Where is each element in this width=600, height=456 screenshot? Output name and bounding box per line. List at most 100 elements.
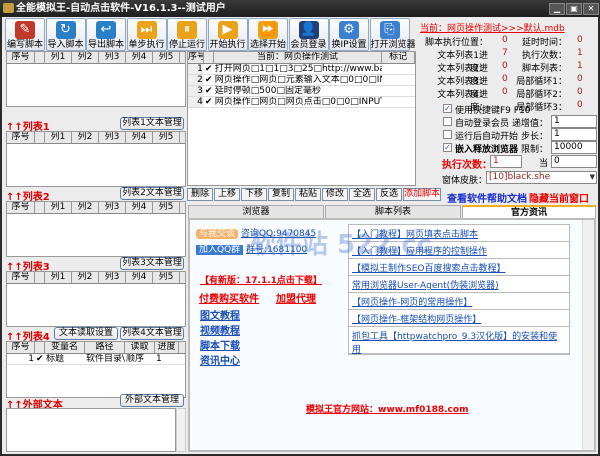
article-link[interactable]: 【网页操作-网页的常用操作】	[349, 293, 569, 310]
column-header[interactable]: 列1	[45, 132, 72, 143]
column-header[interactable]: 列3	[99, 52, 126, 63]
script-button-1[interactable]: 上移	[214, 188, 240, 201]
close-button[interactable]: ✕	[583, 3, 599, 15]
column-header[interactable]: 列5	[153, 202, 180, 213]
column-header[interactable]: 列2	[72, 202, 99, 213]
toolbar-button-0[interactable]: ✎ 编写脚本	[5, 18, 45, 51]
current-script-link[interactable]: 当前：网页操作测试>>>默认.mdb	[420, 21, 565, 34]
script-row[interactable]: 3 ✔ 延时停顿□500□固定毫秒	[188, 86, 415, 97]
field-input[interactable]: 1	[551, 128, 597, 141]
toolbar-button-6[interactable]: ⏩ 选择开始	[248, 18, 288, 51]
column-header[interactable]: 序号	[7, 202, 35, 213]
field-input[interactable]: 10000	[551, 141, 597, 154]
list3-text-manage-button[interactable]: 列表3文本管理	[120, 257, 184, 270]
toolbar-button-3[interactable]: ⏭ 单步执行	[126, 18, 167, 51]
column-header[interactable]: 进度	[155, 342, 179, 353]
column-header[interactable]: 序号	[7, 132, 35, 143]
script-button-3[interactable]: 复制	[268, 188, 294, 201]
checkbox[interactable]: ✓	[443, 143, 452, 152]
tab-browser[interactable]: 浏览器	[188, 205, 324, 218]
tab-official-news[interactable]: 官方资讯	[462, 205, 596, 218]
column-header[interactable]: 列1	[45, 272, 72, 283]
external-text-scrollbar[interactable]	[176, 408, 186, 452]
toolbar-button-1[interactable]: ↻ 导入脚本	[45, 18, 86, 51]
column-header[interactable]	[35, 272, 45, 283]
script-button-4[interactable]: 粘贴	[295, 188, 321, 201]
toolbar-button-4[interactable]: ⏸ 停止运行	[167, 18, 207, 51]
toolbar-button-5[interactable]: ▶ 开始执行	[207, 18, 248, 51]
toolbar-button-2[interactable]: ↩ 导出脚本	[86, 18, 126, 51]
news-scrollbar[interactable]	[582, 220, 594, 450]
minimize-button[interactable]: ▁	[549, 3, 565, 15]
column-header[interactable]: 序号	[7, 272, 35, 283]
column-header[interactable]	[35, 132, 45, 143]
column-header[interactable]: 列2	[72, 52, 99, 63]
article-link[interactable]: 抓包工具【httpwatchpro_9.3汉化版】的安装和使用	[349, 327, 569, 355]
column-header[interactable]: 列3	[99, 202, 126, 213]
column-header[interactable]	[35, 52, 45, 63]
column-header[interactable]: 列5	[153, 52, 180, 63]
column-header[interactable]: 序号	[188, 52, 204, 63]
table-row[interactable]: 1 ✔ 标题 软件目录\ 顺序 1	[7, 354, 185, 365]
column-header[interactable]	[35, 202, 45, 213]
tab-script-list[interactable]: 脚本列表	[325, 205, 461, 218]
checkbox[interactable]: ✔	[204, 64, 214, 74]
column-header[interactable]: 列1	[45, 52, 72, 63]
column-header[interactable]: 变量名	[45, 342, 85, 353]
external-text-manage-button[interactable]: 外部文本管理	[120, 394, 184, 407]
script-button-0[interactable]: 删除	[187, 188, 213, 201]
column-header[interactable]: 列1	[45, 202, 72, 213]
agent-link[interactable]: 加盟代理	[276, 290, 316, 305]
column-header[interactable]: 列4	[126, 132, 153, 143]
article-link[interactable]: 【网页操作-框架结构网页操作】	[349, 310, 569, 327]
column-header[interactable]: 列2	[72, 132, 99, 143]
column-header[interactable]: 序号	[7, 342, 35, 353]
script-button-6[interactable]: 全选	[349, 188, 375, 201]
news-menu-link[interactable]: 资讯中心	[200, 352, 240, 367]
column-header[interactable]: 列4	[126, 272, 153, 283]
column-header[interactable]: 列4	[126, 52, 153, 63]
checkbox-label[interactable]: 使用快捷键F9 F10	[455, 103, 530, 116]
script-button-7[interactable]: 反选	[376, 188, 402, 201]
script-button-8[interactable]: 添加脚本	[403, 188, 441, 201]
checkbox-label[interactable]: 运行后自动开始	[455, 129, 518, 142]
checkbox[interactable]: ✔	[204, 86, 214, 96]
list1-text-manage-button[interactable]: 列表1文本管理	[120, 117, 184, 130]
script-row[interactable]: 1✔打开网页□1□1□3□25□http://www.baidu.c	[188, 64, 415, 75]
column-header[interactable]: 读取	[125, 342, 155, 353]
help-doc-link[interactable]: 查看软件帮助文档	[447, 190, 527, 205]
list4-text-manage-button[interactable]: 列表4文本管理	[120, 327, 184, 340]
checkbox[interactable]: ✔	[204, 97, 214, 107]
checkbox[interactable]	[443, 130, 452, 139]
checkbox-label[interactable]: 自动登录会员	[455, 116, 509, 129]
current-input[interactable]: 0	[551, 155, 597, 168]
news-menu-link[interactable]: 视频教程	[200, 322, 240, 337]
column-header[interactable]: 路径	[85, 342, 125, 353]
text-read-settings-button[interactable]: 文本读取设置	[54, 327, 118, 340]
script-row[interactable]: 4✔网页操作□网页□网页点击□0□0□INPUT□ID	[188, 97, 415, 108]
exec-count-input[interactable]: 1	[490, 155, 522, 168]
script-button-5[interactable]: 修改	[322, 188, 348, 201]
column-header[interactable]: 列3	[99, 272, 126, 283]
script-row[interactable]: 2✔网页操作□网页□元素输入文本□0□0□INPUT	[188, 75, 415, 86]
skin-select[interactable]: [10]black.she ▼	[486, 171, 597, 184]
list2-text-manage-button[interactable]: 列表2文本管理	[120, 187, 184, 200]
buy-link[interactable]: 付费购买软件	[199, 290, 259, 305]
column-header[interactable]: 列2	[72, 272, 99, 283]
script-button-2[interactable]: 下移	[241, 188, 267, 201]
checkbox[interactable]	[443, 117, 452, 126]
column-header[interactable]: 标记	[382, 52, 415, 63]
column-header[interactable]: 序号	[7, 52, 35, 63]
column-header[interactable]: 列3	[99, 132, 126, 143]
column-header[interactable]	[204, 52, 214, 63]
toolbar-button-8[interactable]: ⚙ 换IP设置	[329, 18, 369, 51]
news-menu-link[interactable]: 脚本下载	[200, 337, 240, 352]
checkbox[interactable]: ✔	[204, 75, 214, 85]
news-menu-link[interactable]: 图文教程	[200, 307, 240, 322]
checkbox-label[interactable]: 嵌入释放浏览器	[455, 142, 518, 155]
checkbox[interactable]: ✓	[443, 104, 452, 113]
external-text-area[interactable]	[6, 408, 176, 452]
column-header[interactable]: 当前：网页操作测试	[214, 52, 383, 63]
field-input[interactable]: 1	[551, 115, 597, 128]
column-header[interactable]	[35, 342, 45, 353]
